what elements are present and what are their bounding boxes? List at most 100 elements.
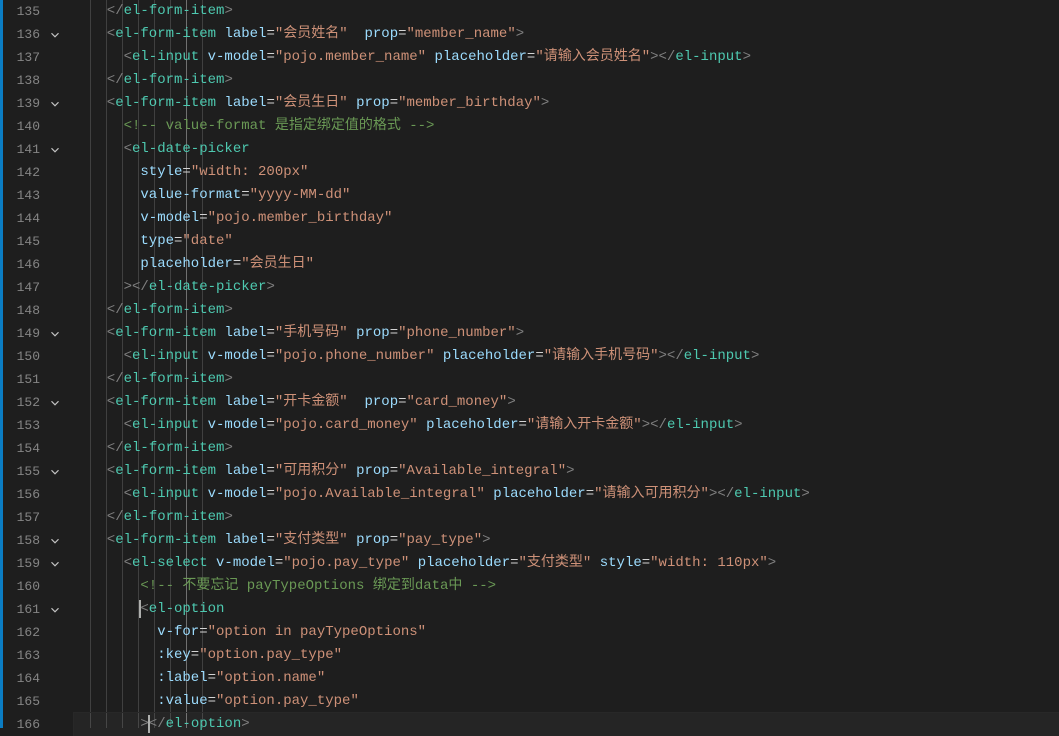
token-eq: = xyxy=(199,207,207,230)
code-line[interactable]: <el-form-item label="手机号码" prop="phone_n… xyxy=(74,322,524,345)
token-eq xyxy=(348,460,356,483)
line-number: 153 xyxy=(0,414,44,437)
token-punct: > xyxy=(566,460,574,483)
code-line[interactable]: <el-input v-model="pojo.card_money" plac… xyxy=(74,414,743,437)
token-eq: = xyxy=(266,322,274,345)
token-name: el-form-item xyxy=(124,437,225,460)
token-eq xyxy=(434,345,442,368)
code-line[interactable]: <el-form-item label="会员姓名" prop="member_… xyxy=(74,23,524,46)
token-name: el-form-item xyxy=(115,322,216,345)
token-str: "pojo.phone_number" xyxy=(275,345,435,368)
line-number: 135 xyxy=(0,0,44,23)
code-line[interactable]: <el-input v-model="pojo.Available_integr… xyxy=(74,483,810,506)
code-line[interactable]: <el-date-picker xyxy=(74,138,250,161)
line-number: 140 xyxy=(0,115,44,138)
code-line[interactable]: value-format="yyyy-MM-dd" xyxy=(74,184,350,207)
code-line[interactable]: </el-form-item> xyxy=(74,506,233,529)
line-number: 165 xyxy=(0,690,44,713)
token-str: "支付类型" xyxy=(519,552,592,575)
gutter-row: 145 xyxy=(0,230,74,253)
token-str: "width: 200px" xyxy=(191,161,309,184)
code-line[interactable]: <!-- 不要忘记 payTypeOptions 绑定到data中 --> xyxy=(74,575,496,598)
token-str: "会员姓名" xyxy=(275,23,348,46)
fold-toggle[interactable] xyxy=(44,603,66,617)
token-eq: = xyxy=(233,253,241,276)
code-line[interactable]: <el-input v-model="pojo.phone_number" pl… xyxy=(74,345,759,368)
fold-toggle[interactable] xyxy=(44,143,66,157)
code-line[interactable]: v-model="pojo.member_birthday" xyxy=(74,207,392,230)
token-attr: v-model xyxy=(208,46,267,69)
token-name: el-input xyxy=(132,46,199,69)
token-eq xyxy=(348,322,356,345)
fold-toggle[interactable] xyxy=(44,327,66,341)
line-number: 148 xyxy=(0,299,44,322)
token-attr: v-for xyxy=(157,621,199,644)
code-line[interactable]: <el-input v-model="pojo.member_name" pla… xyxy=(74,46,751,69)
code-editor[interactable]: 1351361371381391401411421431441451461471… xyxy=(0,0,1059,728)
line-number: 136 xyxy=(0,23,44,46)
code-line[interactable]: :value="option.pay_type" xyxy=(74,690,359,713)
code-line[interactable]: v-for="option in payTypeOptions" xyxy=(74,621,426,644)
token-punct: > xyxy=(751,345,759,368)
token-eq: = xyxy=(199,621,207,644)
token-punct: < xyxy=(124,483,132,506)
code-line[interactable]: ></el-date-picker> xyxy=(74,276,275,299)
code-line[interactable]: <el-form-item label="支付类型" prop="pay_typ… xyxy=(74,529,491,552)
token-eq xyxy=(216,391,224,414)
line-number: 152 xyxy=(0,391,44,414)
token-attr: placeholder xyxy=(443,345,535,368)
code-line[interactable]: :label="option.name" xyxy=(74,667,325,690)
token-eq xyxy=(199,483,207,506)
code-line[interactable]: </el-form-item> xyxy=(74,0,233,23)
code-line[interactable]: type="date" xyxy=(74,230,233,253)
line-number: 164 xyxy=(0,667,44,690)
token-punct: < xyxy=(107,92,115,115)
token-name: el-form-item xyxy=(115,92,216,115)
fold-toggle[interactable] xyxy=(44,557,66,571)
code-area[interactable]: </el-form-item><el-form-item label="会员姓名… xyxy=(74,0,1059,728)
fold-toggle[interactable] xyxy=(44,97,66,111)
token-name: el-input xyxy=(684,345,751,368)
token-name: el-input xyxy=(667,414,734,437)
gutter-row: 164 xyxy=(0,667,74,690)
code-line[interactable]: <el-select v-model="pojo.pay_type" place… xyxy=(74,552,776,575)
token-eq xyxy=(485,483,493,506)
token-eq xyxy=(216,529,224,552)
token-str: "请输入会员姓名" xyxy=(535,46,650,69)
token-punct: > xyxy=(516,322,524,345)
gutter-row: 154 xyxy=(0,437,74,460)
line-number: 138 xyxy=(0,69,44,92)
gutter-row: 138 xyxy=(0,69,74,92)
gutter-row: 151 xyxy=(0,368,74,391)
token-attr: v-model xyxy=(208,414,267,437)
fold-toggle[interactable] xyxy=(44,534,66,548)
token-eq xyxy=(216,92,224,115)
gutter-row: 137 xyxy=(0,46,74,69)
code-line[interactable]: </el-form-item> xyxy=(74,299,233,322)
code-line[interactable]: :key="option.pay_type" xyxy=(74,644,342,667)
token-str: "phone_number" xyxy=(398,322,516,345)
code-line[interactable]: </el-form-item> xyxy=(74,437,233,460)
code-line[interactable]: <el-option xyxy=(74,598,224,621)
code-line[interactable]: <!-- value-format 是指定绑定值的格式 --> xyxy=(74,115,434,138)
code-line[interactable]: </el-form-item> xyxy=(74,69,233,92)
token-punct: > xyxy=(241,713,249,736)
gutter-row: 139 xyxy=(0,92,74,115)
code-line[interactable]: <el-form-item label="会员生日" prop="member_… xyxy=(74,92,549,115)
token-str: "会员生日" xyxy=(275,92,348,115)
code-line[interactable]: <el-form-item label="可用积分" prop="Availab… xyxy=(74,460,575,483)
gutter-row: 158 xyxy=(0,529,74,552)
code-line[interactable]: <el-form-item label="开卡金额" prop="card_mo… xyxy=(74,391,516,414)
code-line[interactable]: </el-form-item> xyxy=(74,368,233,391)
token-eq: = xyxy=(527,46,535,69)
fold-toggle[interactable] xyxy=(44,28,66,42)
token-punct: < xyxy=(107,322,115,345)
fold-toggle[interactable] xyxy=(44,396,66,410)
code-line[interactable]: style="width: 200px" xyxy=(74,161,308,184)
token-punct: < xyxy=(107,391,115,414)
code-line[interactable]: ></el-option> xyxy=(74,713,250,736)
code-line[interactable]: placeholder="会员生日" xyxy=(74,253,314,276)
fold-toggle[interactable] xyxy=(44,465,66,479)
token-attr: placeholder xyxy=(418,552,510,575)
gutter-row: 148 xyxy=(0,299,74,322)
